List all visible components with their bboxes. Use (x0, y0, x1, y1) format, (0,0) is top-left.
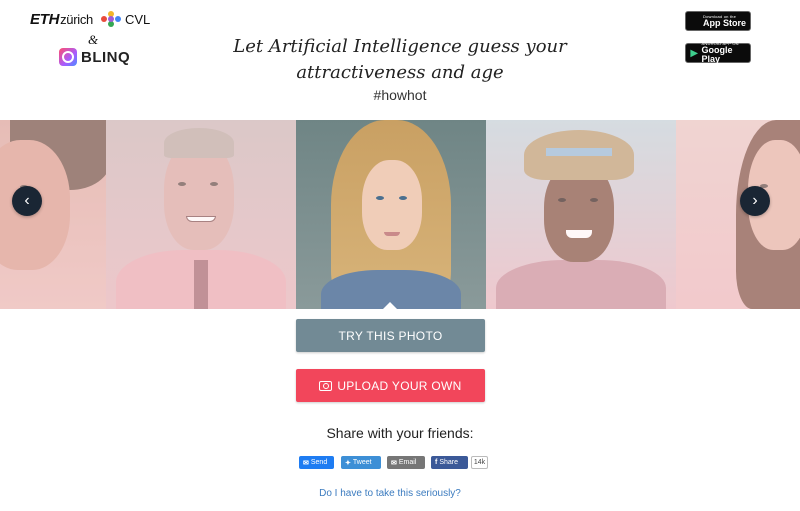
ampersand: & (88, 32, 99, 47)
tweet-button[interactable]: ✦ Tweet (341, 456, 381, 469)
messenger-send-button[interactable]: ✉ Send (299, 456, 334, 469)
camera-icon (319, 380, 333, 391)
twitter-icon: ✦ (345, 459, 351, 467)
carousel-photo-4[interactable] (486, 120, 676, 309)
facebook-share-button[interactable]: f Share (431, 456, 468, 469)
carousel-photo-3-selected[interactable] (296, 120, 486, 309)
upload-your-own-button[interactable]: UPLOAD YOUR OWN (296, 369, 485, 402)
blinq-logo: BLINQ (59, 48, 130, 66)
page-headline: Let Artificial Intelligence guess your a… (233, 36, 567, 83)
chevron-right-icon: › (752, 192, 758, 209)
carousel-next-button[interactable]: › (740, 186, 770, 216)
blinq-icon (59, 48, 77, 66)
hashtag: #howhot (373, 87, 427, 103)
app-store-badge[interactable]: Download on the App Store (685, 11, 751, 31)
facebook-share-count: 14k (471, 456, 488, 469)
carousel-photo-2[interactable] (106, 120, 296, 309)
chevron-left-icon: ‹ (24, 192, 30, 209)
email-icon: ✉ (391, 459, 397, 467)
carousel-photo-1[interactable] (0, 120, 106, 309)
play-icon: ▶ (690, 47, 699, 59)
cvl-logo: CVL (101, 11, 150, 27)
email-button[interactable]: ✉ Email (387, 456, 425, 469)
share-heading: Share with your friends: (326, 425, 474, 441)
carousel-photo-5[interactable] (676, 120, 800, 309)
seriousness-link[interactable]: Do I have to take this seriously? (250, 488, 530, 499)
carousel-prev-button[interactable]: ‹ (12, 186, 42, 216)
messenger-icon: ✉ (303, 459, 309, 467)
photo-carousel (0, 120, 800, 309)
eth-zurich-logo: ETHzürich (30, 11, 93, 28)
selection-pointer (382, 302, 398, 310)
google-play-badge[interactable]: ▶ ANDROID APP ON Google Play (685, 42, 751, 64)
cvl-dots-icon (101, 11, 121, 27)
try-this-photo-button[interactable]: TRY THIS PHOTO (296, 319, 485, 352)
facebook-icon: f (435, 459, 438, 466)
share-buttons: ✉ Send ✦ Tweet ✉ Email f Share 14k (0, 456, 800, 469)
